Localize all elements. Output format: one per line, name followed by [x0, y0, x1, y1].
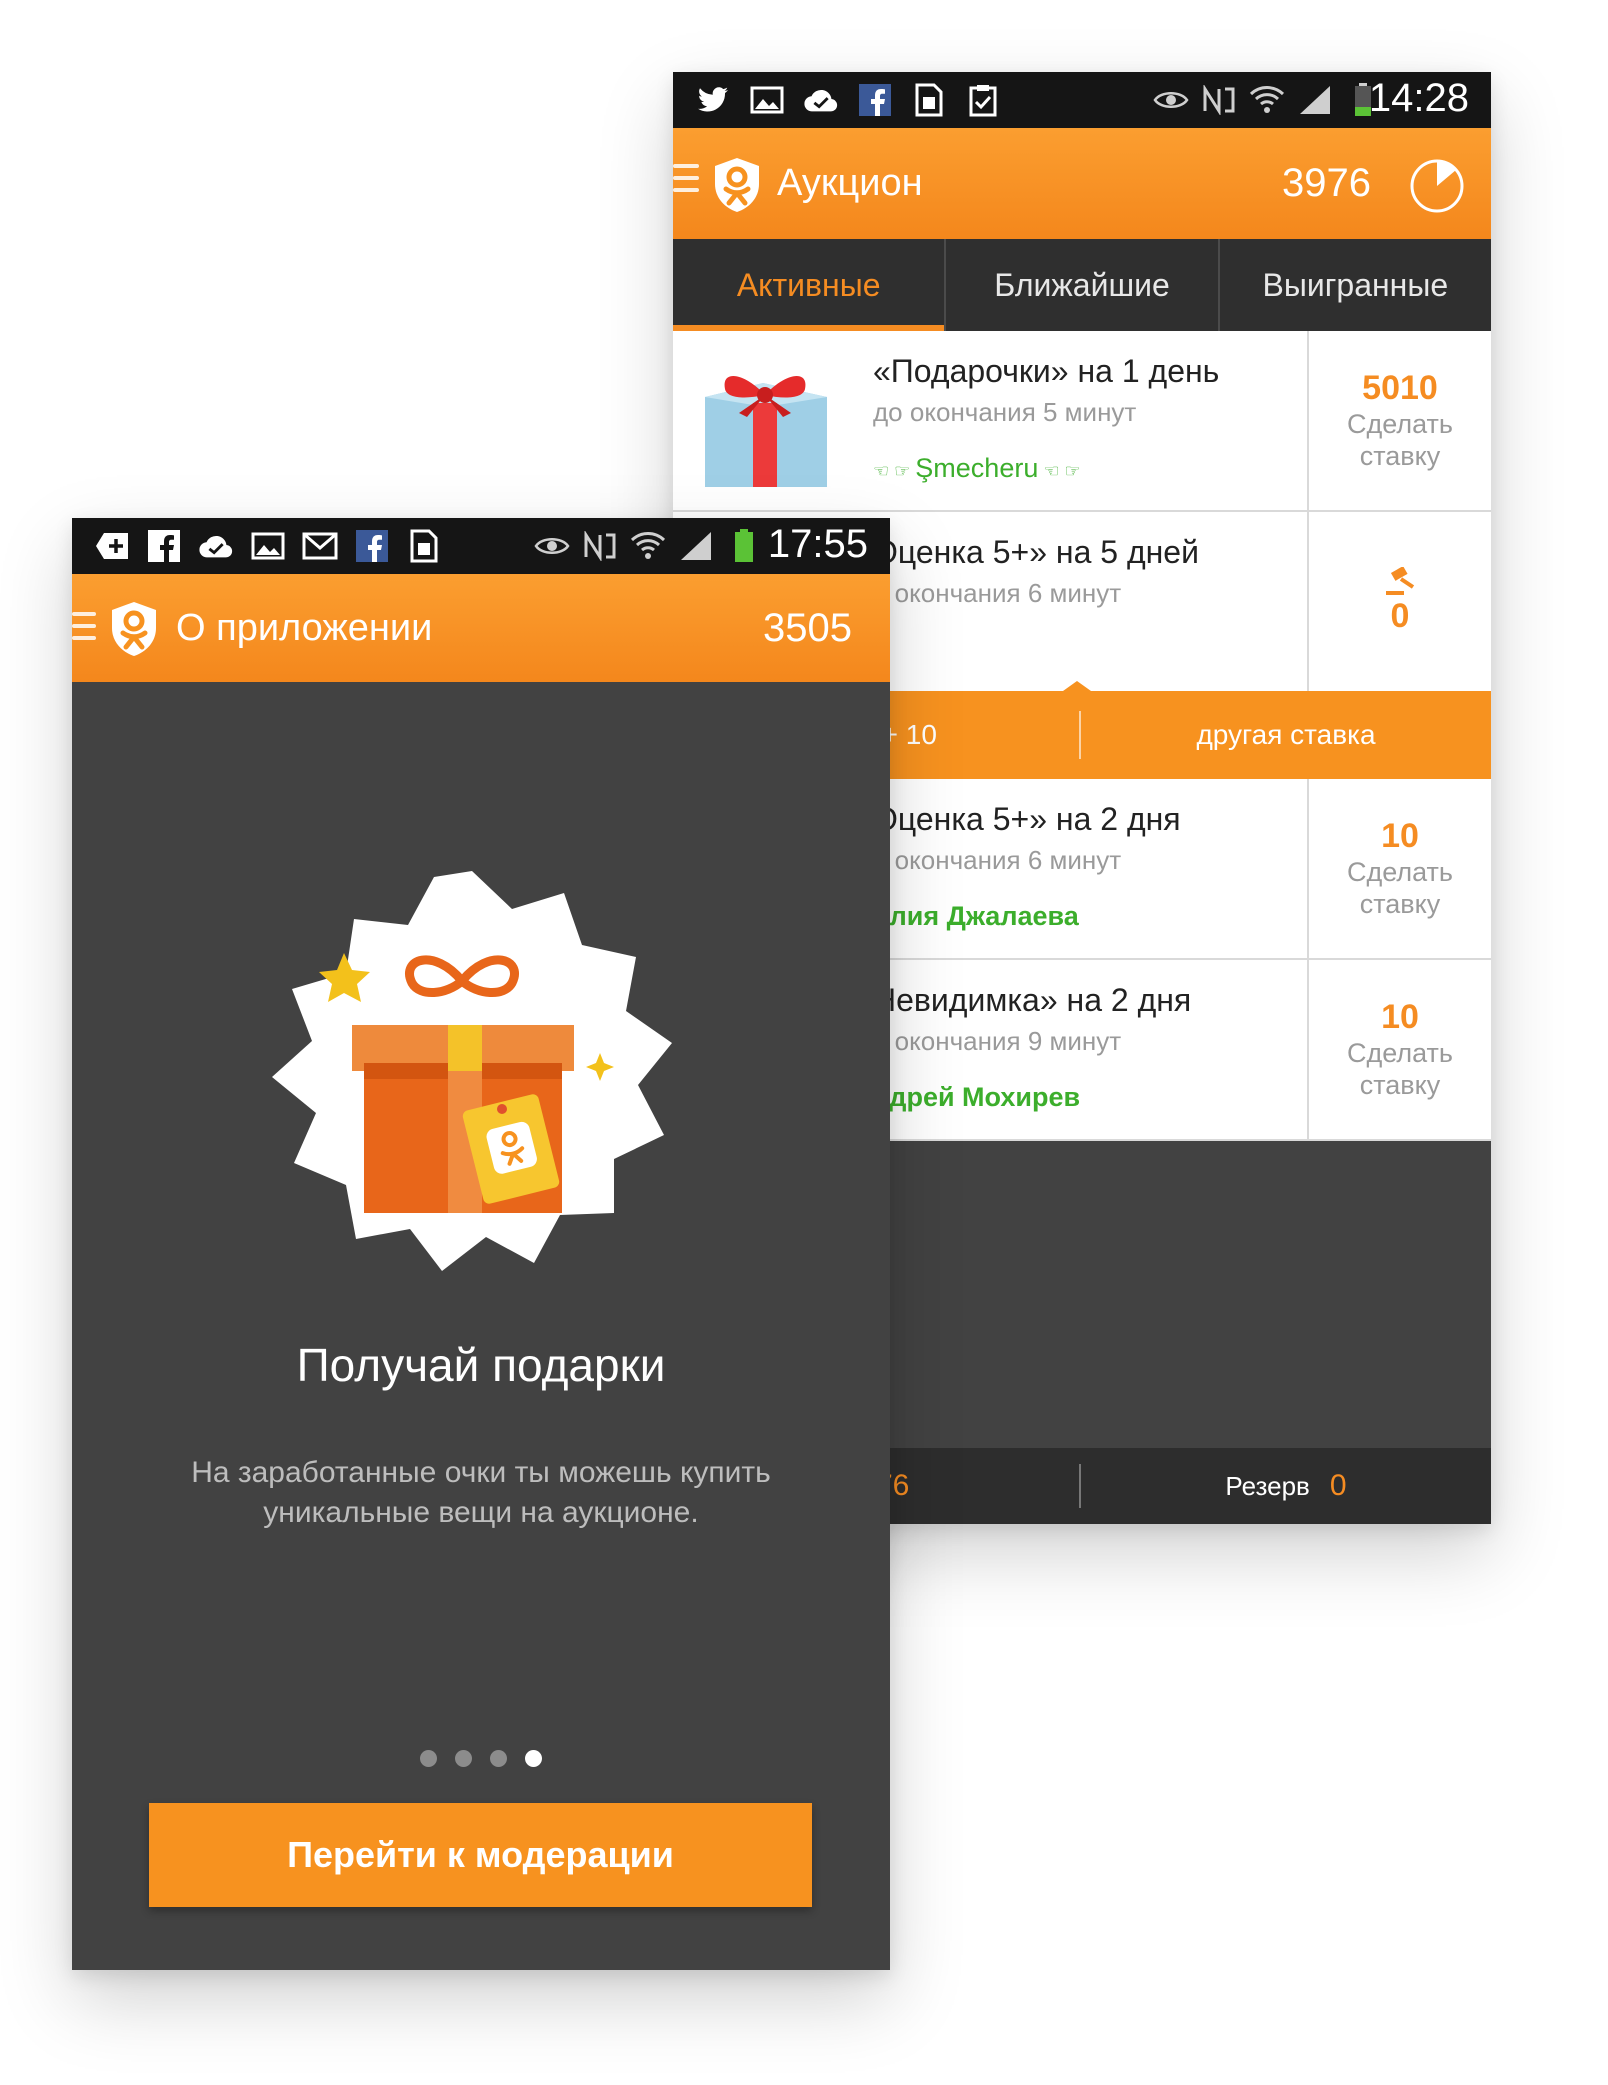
cloud-check-icon	[198, 528, 234, 564]
pager-dot[interactable]	[420, 1750, 437, 1767]
lot-title: Невидимка» на 2 дня	[873, 982, 1192, 1018]
facebook-icon	[354, 528, 390, 564]
gmail-icon	[302, 528, 338, 564]
tab-bar: Активные Ближайшие Выигранные	[673, 239, 1491, 331]
gift-box-image	[705, 376, 827, 487]
bid-bar-pointer	[1063, 681, 1091, 691]
pager-dot[interactable]	[490, 1750, 507, 1767]
wifi-icon	[630, 528, 666, 564]
tab-upcoming[interactable]: Ближайшие	[946, 239, 1220, 331]
lot-leader-name[interactable]: ндрей Мохирев	[873, 1082, 1080, 1113]
signal-icon	[1297, 82, 1333, 118]
other-bid-button[interactable]: другая ставка	[1081, 691, 1491, 779]
menu-icon[interactable]	[673, 164, 699, 200]
clipboard-check-icon	[965, 82, 1001, 118]
current-bid-cell[interactable]: 0	[1307, 512, 1491, 691]
ok-logo-icon	[715, 158, 759, 212]
make-bid-button[interactable]: 10 Сделать ставку	[1307, 960, 1491, 1139]
status-time: 17:55	[767, 522, 868, 566]
app-bar: О приложении 3505	[72, 574, 890, 682]
lot-leader-name: Şmecheru	[915, 453, 1039, 483]
gavel-icon	[1386, 567, 1415, 595]
bid-value: 0	[1390, 597, 1410, 635]
auction-lot[interactable]: «Подарочки» на 1 день до окончания 5 мин…	[673, 331, 1491, 512]
ok-logo-icon	[112, 602, 156, 656]
facebook-icon	[857, 82, 893, 118]
status-bar: 14:28	[673, 72, 1491, 128]
app-bar-title: Аукцион	[777, 162, 923, 204]
pager-dot[interactable]	[455, 1750, 472, 1767]
tab-active[interactable]: Активные	[673, 239, 947, 331]
gift-badge-illustration	[272, 871, 672, 1271]
add-box-icon	[94, 528, 130, 564]
lot-leader[interactable]: ☜ ☞ Şmecheru ☜ ☞	[873, 453, 1081, 484]
lot-title: Оценка 5+» на 5 дней	[873, 534, 1199, 570]
status-time: 14:28	[1368, 76, 1469, 120]
make-bid-button[interactable]: 10 Сделать ставку	[1307, 779, 1491, 958]
onboarding-description: На заработанные очки ты можешь купить ун…	[191, 1456, 771, 1529]
nfc-icon	[582, 528, 618, 564]
nfc-icon	[1201, 82, 1237, 118]
wifi-icon	[1249, 82, 1285, 118]
status-bar: 17:55	[72, 518, 890, 574]
gallery-icon	[749, 82, 785, 118]
bid-action-label: Сделать ставку	[1347, 1038, 1453, 1100]
cloud-check-icon	[803, 82, 839, 118]
reserve-value: 0	[1329, 1469, 1347, 1502]
twitter-icon	[695, 82, 731, 118]
bid-value: 10	[1381, 998, 1419, 1036]
app-bar: Аукцион 3976	[673, 128, 1491, 239]
go-to-moderation-button[interactable]: Перейти к модерации	[149, 1803, 812, 1907]
points-counter: 3976	[1282, 161, 1371, 205]
lot-time-left: о окончания 9 минут	[873, 1026, 1122, 1056]
make-bid-button[interactable]: 5010 Сделать ставку	[1307, 331, 1491, 510]
battery-icon	[726, 528, 762, 564]
lot-title: «Подарочки» на 1 день	[873, 353, 1220, 389]
signal-icon	[678, 528, 714, 564]
eye-icon	[534, 528, 570, 564]
tab-won[interactable]: Выигранные	[1220, 239, 1491, 331]
lot-leader-name[interactable]: илия Джалаева	[873, 901, 1079, 932]
lot-time-left: о окончания 6 минут	[873, 578, 1122, 608]
eye-icon	[1153, 82, 1189, 118]
onboarding-heading: Получай подарки	[296, 1339, 666, 1391]
pager-dots	[72, 1750, 890, 1767]
lot-time-left: о окончания 6 минут	[873, 845, 1122, 875]
bid-action-label: Сделать ставку	[1347, 857, 1453, 919]
bid-value: 5010	[1362, 369, 1438, 407]
about-screen: 17:55 О приложении 3505 Получай подарки …	[72, 518, 890, 1970]
sim-icon	[911, 82, 947, 118]
bid-value: 10	[1381, 817, 1419, 855]
lot-time-left: до окончания 5 минут	[873, 397, 1137, 427]
timer-icon[interactable]	[1409, 158, 1465, 214]
pager-dot-active[interactable]	[525, 1750, 542, 1767]
reserve-info: Резерв 0	[1081, 1448, 1491, 1524]
points-counter: 3505	[763, 606, 852, 650]
gallery-icon	[250, 528, 286, 564]
bid-action-label: Сделать ставку	[1347, 409, 1453, 471]
facebook-icon	[146, 528, 182, 564]
decor-right-icon: ☜ ☞	[1038, 461, 1081, 481]
decor-left-icon: ☜ ☞	[873, 461, 916, 481]
sim-icon	[406, 528, 442, 564]
lot-title: Оценка 5+» на 2 дня	[873, 801, 1181, 837]
menu-icon[interactable]	[72, 612, 96, 648]
app-bar-title: О приложении	[176, 607, 433, 649]
reserve-label: Резерв	[1225, 1470, 1310, 1501]
